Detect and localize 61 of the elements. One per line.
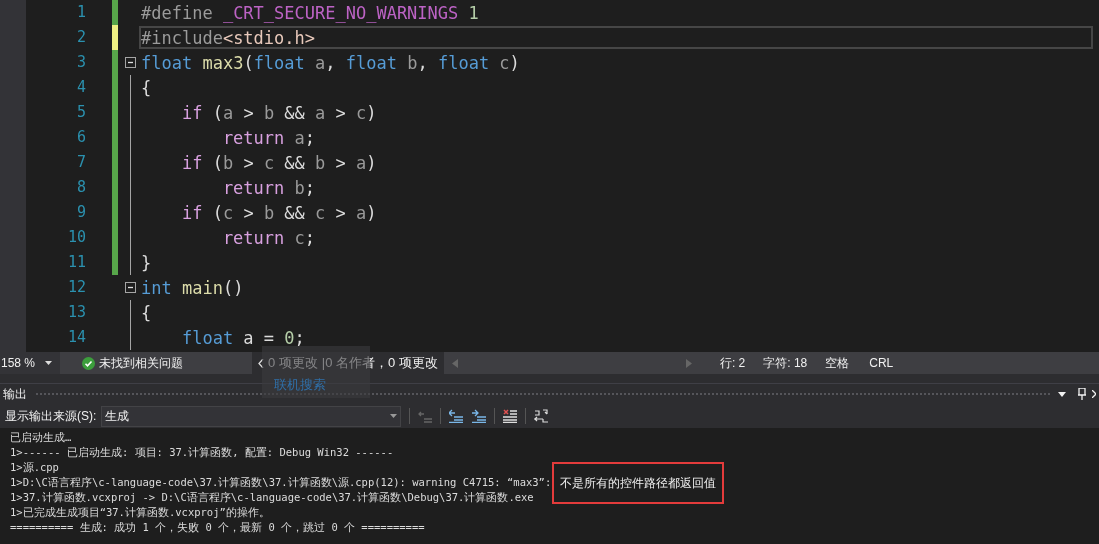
- line-number: 8: [76, 177, 86, 198]
- output-line: 1>D:\C语言程序\c-language-code\37.计算函数\37.计算函数\源.cpp(12): warning C4715: “max3”:: [10, 474, 553, 490]
- line-number: 5: [76, 102, 86, 123]
- triangle-left-icon: [451, 358, 458, 368]
- output-line: 1>源.cpp: [10, 459, 59, 475]
- line-number: 3: [76, 52, 86, 73]
- triangle-right-icon: [685, 358, 692, 368]
- changes-count: 0 项更改: [268, 354, 318, 373]
- column-indicator[interactable]: 字符: 18: [763, 354, 808, 372]
- line-number: 9: [76, 202, 86, 223]
- panel-title: 输出: [3, 386, 27, 403]
- line-number: 4: [76, 77, 86, 98]
- source-dropdown[interactable]: 生成: [101, 405, 402, 427]
- line-number: 14: [67, 327, 86, 348]
- collapse-icon[interactable]: [125, 282, 136, 293]
- code-line: return b;: [221, 177, 317, 199]
- line-number: 11: [67, 252, 86, 273]
- clear-all-icon[interactable]: [503, 409, 518, 423]
- authors-count: |0 名作者，0 项更改: [321, 354, 438, 373]
- source-label: 显示输出来源(S):: [5, 408, 97, 425]
- output-line: 1>------ 已启动生成: 项目: 37.计算函数, 配置: Debug Win32 ------: [10, 444, 394, 460]
- line-number: 12: [67, 277, 86, 298]
- chevron-left-icon: [258, 358, 264, 368]
- code-line: {: [140, 302, 153, 324]
- collapse-icon[interactable]: [125, 57, 136, 68]
- caret-icon: [45, 361, 53, 365]
- line-ending-indicator[interactable]: CRL: [869, 354, 894, 372]
- next-message-icon[interactable]: [472, 409, 487, 423]
- previous-message-icon[interactable]: [449, 409, 464, 423]
- caret-icon[interactable]: [1058, 391, 1066, 397]
- line-number: 10: [67, 227, 86, 248]
- line-number: 6: [76, 127, 86, 148]
- code-line: if (b > c && b > a): [180, 152, 378, 174]
- output-line: 已启动生成…: [10, 429, 72, 445]
- code-line: float max3(float a, float b, float c): [140, 52, 521, 74]
- caret-icon: [390, 414, 398, 418]
- code-line: {: [140, 77, 153, 99]
- highlighted-message: 不是所有的控件路径都返回值: [551, 461, 724, 504]
- line-indicator[interactable]: 行: 2: [719, 354, 746, 372]
- code-line: return a;: [221, 127, 317, 149]
- output-line: 1>已完成生成项目“37.计算函数.vcxproj”的操作。: [10, 504, 270, 520]
- output-line: 1>37.计算函数.vcxproj -> D:\C语言程序\c-language-code\37.计算函数\Debug\37.计算函数.exe: [10, 489, 534, 505]
- code-line: if (c > b && c > a): [180, 202, 378, 224]
- check-circle-icon: [82, 356, 95, 370]
- line-number: 1: [76, 2, 86, 23]
- indent-indicator[interactable]: 空格: [825, 354, 850, 372]
- code-line: #define _CRT_SECURE_NO_WARNINGS 1: [140, 2, 480, 24]
- pin-icon[interactable]: [1078, 388, 1086, 400]
- code-line: }: [140, 252, 153, 274]
- line-number: 7: [76, 152, 86, 173]
- issues-indicator[interactable]: 未找到相关问题: [82, 354, 252, 372]
- word-wrap-icon[interactable]: [534, 409, 549, 423]
- line-number: 2: [76, 27, 86, 48]
- zoom-dropdown[interactable]: 158 %: [0, 352, 60, 374]
- line-number: 13: [67, 302, 86, 323]
- close-icon[interactable]: [1092, 390, 1096, 398]
- code-line: int main(): [140, 277, 245, 299]
- code-line: return c;: [221, 227, 317, 249]
- code-line: if (a > b && a > c): [180, 102, 378, 124]
- output-line: ========== 生成: 成功 1 个，失败 0 个，最新 0 个，跳过 0 个 ==========: [10, 519, 425, 535]
- code-line: float a = 0;: [180, 327, 306, 349]
